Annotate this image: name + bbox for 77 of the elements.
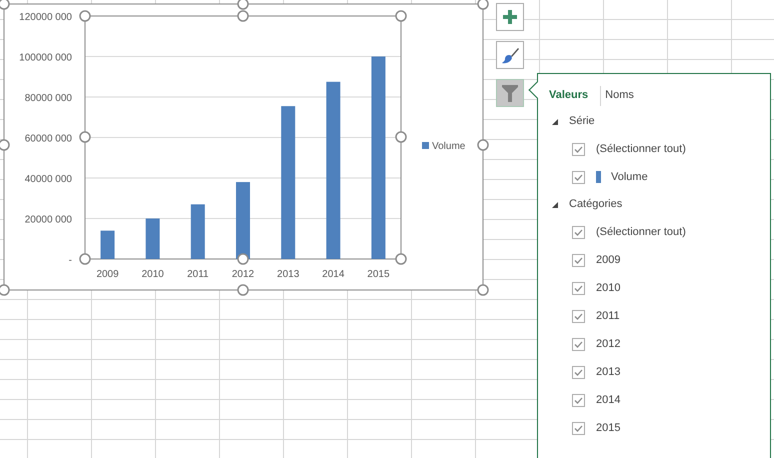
resize-handle[interactable] — [477, 284, 489, 296]
chart-tool-button[interactable] — [496, 3, 524, 31]
axis-tick-label: 2012 — [232, 269, 254, 280]
axis-tick-label: 2015 — [367, 269, 390, 280]
axis-tick-label: 80000 000 — [24, 93, 72, 104]
resize-handle[interactable] — [79, 10, 91, 22]
checkbox-label: 2011 — [596, 308, 620, 324]
checkbox-label: (Sélectionner tout) — [596, 224, 686, 240]
axis-tick-label: 2013 — [277, 269, 300, 280]
axis-tick-label: - — [68, 255, 72, 266]
axis-tick-label: 20000 000 — [24, 214, 72, 226]
axis-tick-label: 2011 — [187, 269, 209, 280]
section-heading: Série — [569, 114, 595, 130]
resize-handle[interactable] — [477, 0, 489, 10]
checkbox-label: Volume — [611, 170, 648, 185]
resize-handle[interactable] — [237, 0, 249, 10]
bar — [146, 218, 160, 259]
checkmark-icon — [574, 312, 583, 320]
checkbox[interactable] — [572, 226, 585, 238]
axis-tick-label: 2014 — [322, 269, 344, 280]
axis-tick-label: 60000 000 — [24, 134, 72, 144]
chart-tool-button[interactable] — [496, 41, 524, 69]
checkmark-icon — [574, 368, 583, 376]
checkbox[interactable] — [572, 394, 585, 406]
legend-swatch — [422, 142, 429, 149]
panel-tab[interactable]: Noms — [604, 87, 635, 104]
checkbox[interactable] — [572, 142, 585, 156]
checkbox[interactable] — [572, 310, 585, 322]
checkbox-label: 2014 — [596, 392, 620, 408]
resize-handle[interactable] — [237, 10, 249, 22]
checkbox[interactable] — [572, 338, 585, 350]
axis-tick-label: 40000 000 — [24, 174, 72, 185]
checkbox-label: 2010 — [596, 280, 620, 296]
funnel-icon — [502, 84, 518, 102]
resize-handle[interactable] — [79, 131, 91, 143]
checkmark-icon — [574, 174, 583, 180]
bar — [190, 204, 205, 259]
checkbox-label: (Sélectionner tout) — [596, 142, 686, 157]
resize-handle[interactable] — [79, 253, 91, 265]
axis-tick-label: 120000 000 — [19, 12, 72, 23]
chart-tool-button[interactable] — [496, 79, 524, 107]
legend-label: Volume — [432, 141, 466, 152]
checkmark-icon — [574, 284, 583, 292]
panel-tab[interactable]: Valeurs — [548, 87, 590, 104]
paintbrush-icon — [502, 46, 518, 64]
resize-handle[interactable] — [0, 284, 10, 296]
axis-tick-label: 2010 — [142, 269, 164, 280]
checkbox-label: 2015 — [596, 420, 620, 436]
checkbox[interactable] — [572, 282, 585, 294]
resize-handle[interactable] — [395, 253, 407, 265]
checkbox[interactable] — [572, 366, 585, 378]
resize-handle[interactable] — [0, 0, 10, 10]
resize-handle[interactable] — [395, 131, 407, 143]
checkbox[interactable] — [572, 254, 585, 266]
resize-handle[interactable] — [395, 10, 407, 22]
checkbox-label: 2012 — [596, 336, 620, 352]
resize-handle[interactable] — [237, 253, 249, 265]
checkmark-icon — [574, 228, 583, 236]
checkmark-icon — [574, 256, 583, 264]
axis-tick-label: 2009 — [96, 269, 119, 280]
resize-handle[interactable] — [477, 139, 489, 151]
checkmark-icon — [574, 396, 583, 404]
expand-triangle-icon[interactable] — [552, 118, 558, 124]
checkmark-icon — [574, 340, 583, 348]
plus-icon — [503, 10, 517, 24]
section-heading: Catégories — [569, 197, 622, 212]
checkmark-icon — [574, 146, 583, 152]
bar — [100, 230, 115, 259]
axis-tick-label: 100000 000 — [19, 52, 72, 64]
checkbox-label: 2009 — [596, 252, 620, 268]
resize-handle[interactable] — [0, 139, 10, 151]
expand-triangle-icon[interactable] — [552, 202, 558, 208]
resize-handle[interactable] — [237, 284, 249, 296]
checkbox[interactable] — [572, 170, 585, 184]
checkmark-icon — [574, 424, 583, 432]
checkbox-label: 2013 — [596, 364, 620, 380]
checkbox[interactable] — [572, 422, 585, 434]
